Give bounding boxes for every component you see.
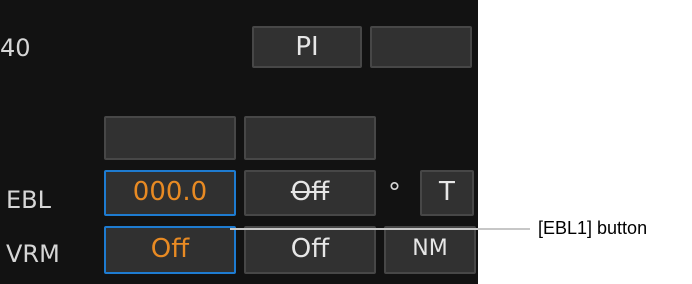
vrm1-button[interactable]: Off	[104, 226, 236, 274]
blank-button-left[interactable]	[104, 116, 236, 160]
pi-button[interactable]: PI	[252, 26, 362, 68]
callout-label: [EBL1] button	[538, 218, 648, 238]
blank-button-right[interactable]	[244, 116, 376, 160]
ebl2-button[interactable]: Off	[244, 170, 376, 216]
bearing-reference-button[interactable]: T	[420, 170, 474, 216]
vrm-label: VRM	[6, 240, 60, 268]
vrm2-button[interactable]: Off	[244, 226, 376, 274]
ebl1-button[interactable]: 000.0	[104, 170, 236, 216]
range-unit-button[interactable]: NM	[384, 226, 476, 274]
degree-symbol: °	[388, 178, 401, 208]
blank-button-top-right[interactable]	[370, 26, 472, 68]
range-value: 40	[0, 34, 31, 62]
radar-control-panel: 40 PI EBL 000.0 Off ° T VRM Off Off NM	[0, 0, 478, 284]
callout-leader-line	[230, 228, 530, 230]
ebl-label: EBL	[6, 186, 51, 214]
